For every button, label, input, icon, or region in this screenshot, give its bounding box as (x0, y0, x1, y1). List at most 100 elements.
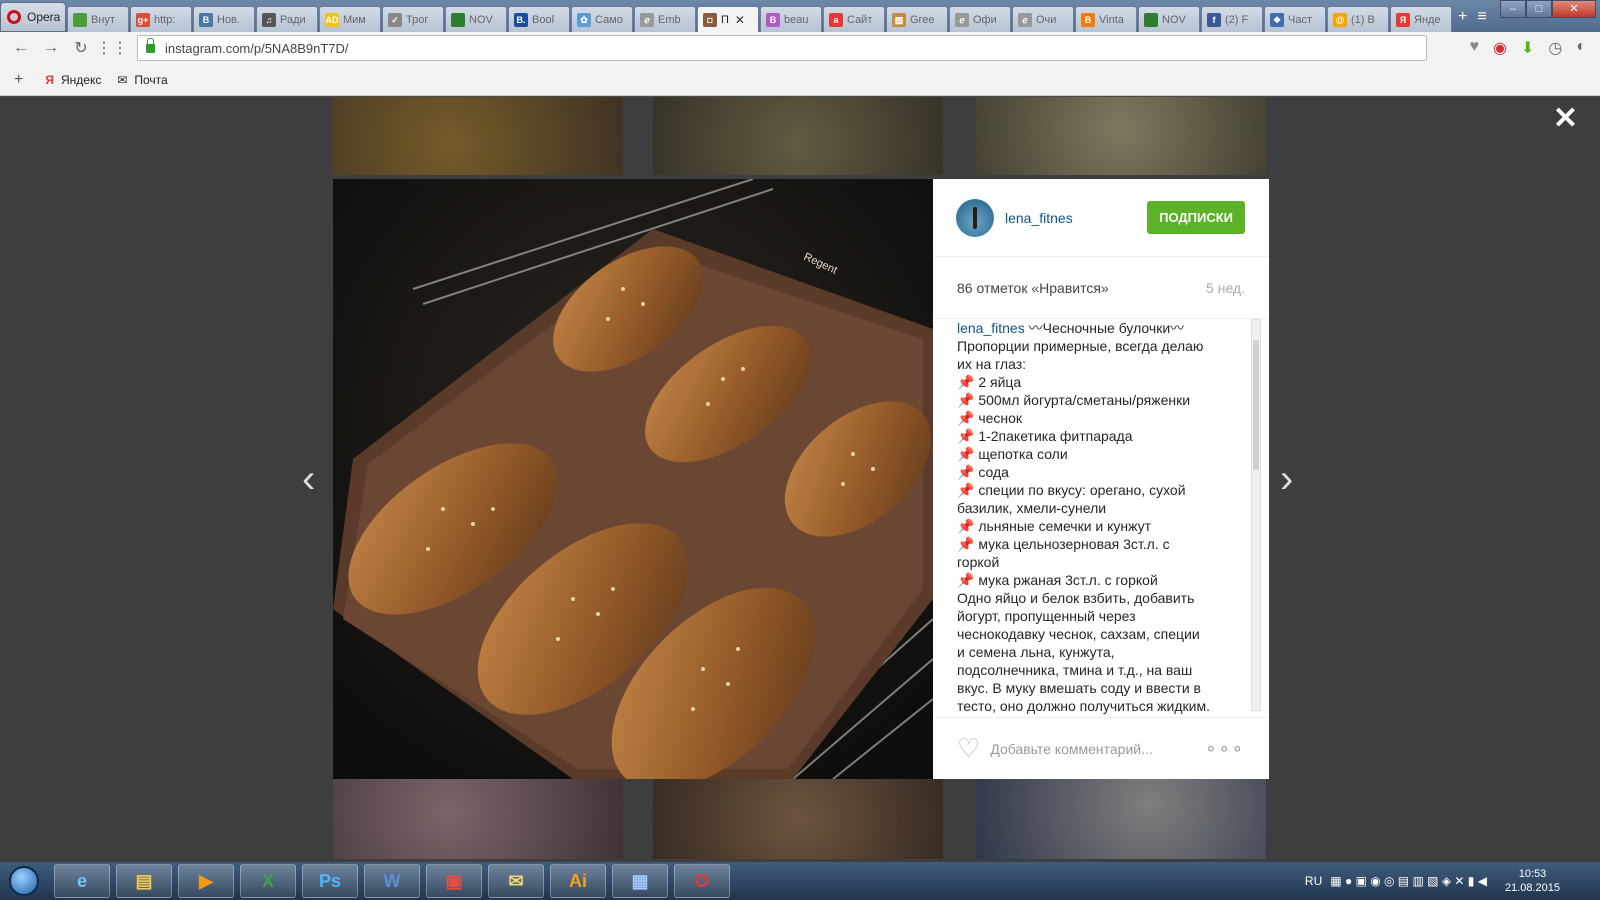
browser-tab[interactable]: NOV (445, 6, 507, 32)
post-modal: Regent lena_fitnes ПОДПИСКИ 86 отметок «… (333, 179, 1269, 779)
comment-bar: ♡ Добавьте комментарий... ∘∘∘ (933, 717, 1269, 779)
tab-strip: Внут g+ http: B Нов. ♫ Ради AD Мим ✓ Трог NOV B. Bool… (66, 6, 1452, 32)
address-bar[interactable]: instagram.com/p/5NA8B9nT7D/ (137, 35, 1427, 61)
extension-icon[interactable]: ◷ (1548, 38, 1562, 58)
tab-label: Сайт (847, 13, 873, 26)
post-caption: lena_fitnes 〰Чесночные булочки〰 Пропорци… (957, 319, 1253, 719)
window-close-button[interactable]: ✕ (1552, 0, 1596, 18)
clock-time: 10:53 (1518, 868, 1547, 880)
taskbar-illustrator-icon[interactable]: Ai (550, 864, 606, 898)
account-icon[interactable]: ◐ (1576, 38, 1586, 58)
download-icon[interactable]: ⬇ (1521, 38, 1534, 58)
taskbar-ie-icon[interactable]: e (54, 864, 110, 898)
close-modal-icon[interactable]: ✕ (1553, 101, 1578, 136)
taskbar-opera-icon[interactable]: O (674, 864, 730, 898)
browser-tab[interactable]: B. Bool (508, 6, 570, 32)
more-options-icon[interactable]: ∘∘∘ (1205, 738, 1245, 759)
taskbar-photoshop-icon[interactable]: Ps (302, 864, 358, 898)
follow-button[interactable]: ПОДПИСКИ (1147, 201, 1245, 234)
back-icon[interactable]: ← (6, 39, 36, 57)
post-username-link[interactable]: lena_fitnes (1005, 210, 1147, 226)
browser-tab[interactable]: ▧ Gree (886, 6, 948, 32)
browser-tab[interactable]: B Vinta (1075, 6, 1137, 32)
bookmark-mail[interactable]: ✉ Почта (117, 73, 167, 87)
adblock-icon[interactable]: ◉ (1493, 38, 1507, 58)
minimize-button[interactable]: – (1500, 0, 1526, 18)
add-bookmark-icon[interactable]: + (14, 71, 23, 89)
tab-label: beau (784, 13, 809, 26)
browser-tab[interactable]: ✓ Трог (382, 6, 444, 32)
browser-tab[interactable]: ♫ Ради (256, 6, 318, 32)
caption-line: горкой (957, 554, 1000, 570)
browser-tab[interactable]: Внут (67, 6, 129, 32)
avatar[interactable] (956, 198, 994, 237)
tab-favicon-icon: B. (514, 12, 528, 27)
browser-tab[interactable]: ◘ П ✕ (697, 6, 759, 32)
caption-username-link[interactable]: lena_fitnes (957, 320, 1025, 336)
caption-scrollbar[interactable] (1251, 319, 1261, 711)
caption-line: чеснокодавку чеснок, сахзам, специи (957, 626, 1200, 642)
language-indicator[interactable]: RU (1305, 874, 1322, 888)
tab-favicon-icon: ✿ (577, 12, 591, 27)
heart-bookmark-icon[interactable]: ♥ (1469, 38, 1479, 58)
browser-tab[interactable]: a Сайт (823, 6, 885, 32)
tab-favicon-icon: ◘ (703, 12, 717, 27)
taskbar-explorer-icon[interactable]: ▤ (116, 864, 172, 898)
likes-count[interactable]: 86 отметок «Нравится» (957, 280, 1109, 296)
taskbar-media-icon[interactable]: ▶ (178, 864, 234, 898)
start-button[interactable] (0, 863, 48, 899)
forward-icon[interactable]: → (36, 39, 66, 57)
browser-tab[interactable]: AD Мим (319, 6, 381, 32)
post-age[interactable]: 5 нед. (1206, 280, 1245, 296)
maximize-button[interactable]: □ (1526, 0, 1552, 18)
browser-tab[interactable]: @ (1) B (1327, 6, 1389, 32)
toolbar-right-icons: ♥ ◉ ⬇ ◷ ◐ (1469, 38, 1586, 58)
like-heart-icon[interactable]: ♡ (957, 733, 980, 764)
browser-tab[interactable]: Я Янде (1390, 6, 1452, 32)
taskbar-excel-icon[interactable]: X (240, 864, 296, 898)
browser-tab-bar: Opera Внут g+ http: B Нов. ♫ Ради AD Мим ✓ Трог NOV… (0, 0, 1600, 32)
browser-tab[interactable]: Bbeau (760, 6, 822, 32)
bookmark-yandex[interactable]: Я Яндекс (45, 73, 101, 87)
opera-menu-button[interactable]: Opera (0, 2, 66, 32)
tab-label: http: (154, 13, 176, 26)
taskbar-outlook-icon[interactable]: ✉ (488, 864, 544, 898)
tab-label: П (721, 13, 729, 26)
caption-line: 📌 мука ржаная 3ст.л. с горкой (957, 572, 1158, 588)
browser-tab[interactable]: ✿ Само (571, 6, 633, 32)
yandex-icon: Я (45, 72, 54, 87)
caption-title: 〰Чесночные булочки〰 (1028, 320, 1185, 336)
caption-line: 📌 500мл йогурта/сметаны/ряженки (957, 392, 1191, 408)
tab-label: Emb (658, 13, 681, 26)
browser-tab[interactable]: B Нов. (193, 6, 255, 32)
comment-input[interactable]: Добавьте комментарий... (990, 741, 1152, 757)
caption-line: подсолнечника, тмина и т.д., на ваш (957, 662, 1193, 678)
taskbar-acrobat-icon[interactable]: ▣ (426, 864, 482, 898)
tab-close-icon[interactable]: ✕ (735, 13, 745, 27)
browser-tab[interactable]: f (2) F (1201, 6, 1263, 32)
speed-dial-icon[interactable]: ⋮⋮ (96, 38, 128, 58)
tab-menu-icon[interactable]: ≡ (1477, 8, 1486, 26)
tray-icons[interactable]: ▦ ● ▣ ◉ ◎ ▤ ▥ ▧ ◈ ✕ ▮ ◀ (1330, 874, 1487, 888)
taskbar-network-icon[interactable]: ▦ (612, 864, 668, 898)
next-arrow-icon[interactable]: › (1280, 457, 1293, 502)
prev-arrow-icon[interactable]: ‹ (302, 457, 315, 502)
browser-tab[interactable]: ℯ Офи (949, 6, 1011, 32)
reload-icon[interactable]: ↻ (66, 38, 96, 58)
tab-favicon-icon: ▧ (892, 12, 906, 27)
tab-label: Bool (532, 13, 555, 26)
scrollbar-thumb[interactable] (1253, 340, 1259, 470)
new-tab-icon[interactable]: + (1458, 8, 1467, 26)
bookmarks-bar: + Я Яндекс ✉ Почта (0, 64, 1600, 96)
tab-favicon-icon: AD (325, 12, 339, 27)
tab-favicon-icon (1144, 12, 1158, 27)
clock[interactable]: 10:53 21.08.2015 (1505, 867, 1560, 895)
caption-body: Пропорции примерные, всегда делаю их на г… (957, 337, 1253, 715)
browser-tab[interactable]: ℯ Emb (634, 6, 696, 32)
taskbar-word-icon[interactable]: W (364, 864, 420, 898)
browser-tab[interactable]: g+ http: (130, 6, 192, 32)
browser-tab[interactable]: ℯ Очи (1012, 6, 1074, 32)
browser-tab[interactable]: ❖ Част (1264, 6, 1326, 32)
secure-lock-icon (146, 37, 155, 53)
browser-tab[interactable]: NOV (1138, 6, 1200, 32)
